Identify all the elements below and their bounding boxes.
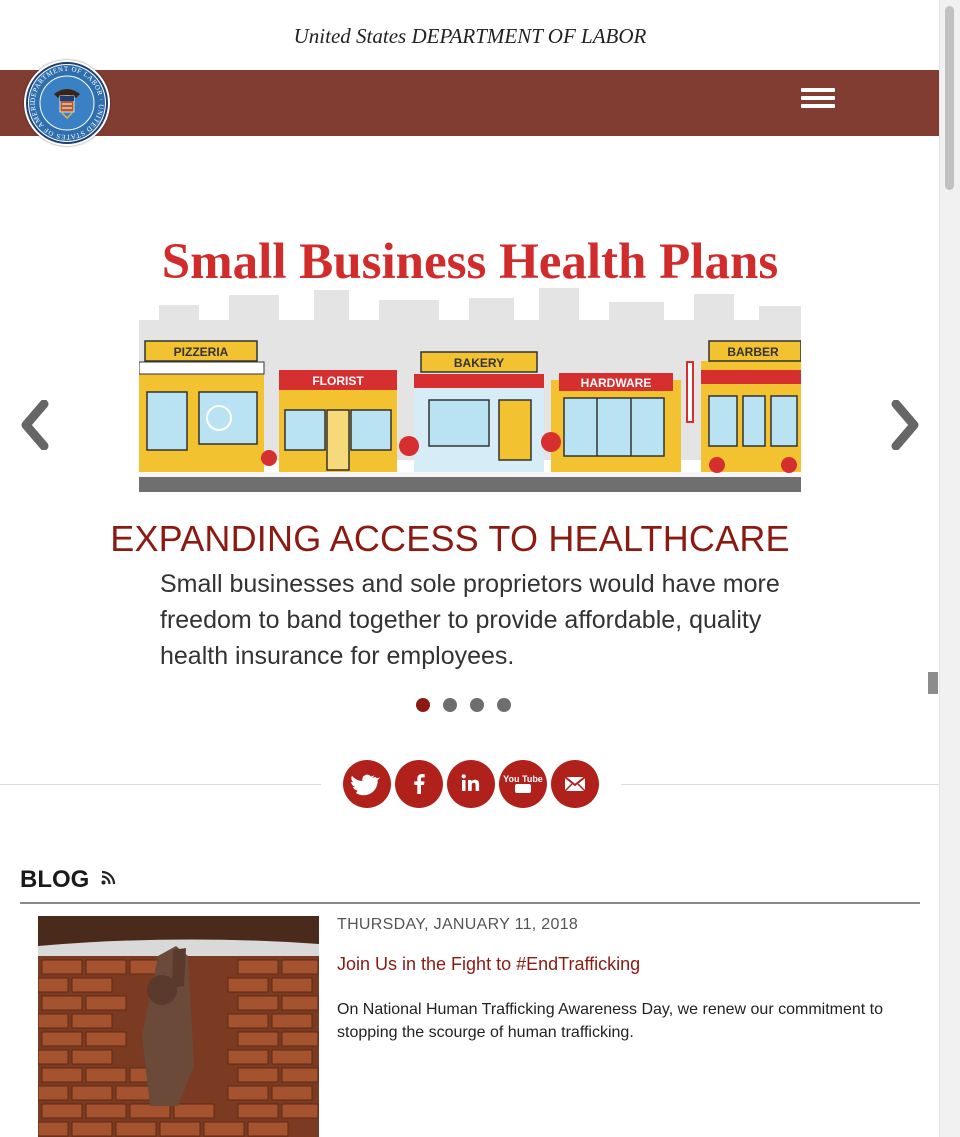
blog-title[interactable]: BLOG bbox=[20, 866, 89, 893]
youtube-icon: You Tube bbox=[503, 774, 543, 793]
scrollbar-track[interactable] bbox=[939, 0, 960, 1137]
facebook-button[interactable] bbox=[395, 760, 443, 808]
blog-post-summary: On National Human Trafficking Awareness … bbox=[337, 1001, 884, 1041]
scrollbar-thumb[interactable] bbox=[945, 6, 954, 190]
carousel-dot-1[interactable] bbox=[416, 698, 430, 712]
carousel-next-arrow[interactable] bbox=[888, 400, 922, 450]
chevron-right-icon bbox=[891, 400, 919, 450]
slide-image-title: Small Business Health Plans bbox=[162, 234, 778, 290]
blog-header: BLOG bbox=[20, 866, 920, 904]
social-links: You Tube bbox=[321, 760, 621, 810]
blog-section: BLOG THURSDAY, JANUARY 11, 2018 Join Us … bbox=[20, 866, 920, 1137]
blog-post-photo[interactable] bbox=[38, 916, 319, 1137]
email-button[interactable] bbox=[551, 760, 599, 808]
slide-image[interactable]: Small Business Health Plans PIZZERIA FLO… bbox=[139, 210, 801, 492]
store-sign-hardware: HARDWARE bbox=[581, 376, 652, 390]
chevron-left-icon bbox=[21, 400, 49, 450]
slide-heading[interactable]: EXPANDING ACCESS TO HEALTHCARE bbox=[0, 518, 900, 560]
rss-icon[interactable] bbox=[100, 870, 116, 891]
hamburger-menu-icon[interactable] bbox=[801, 88, 835, 112]
store-sign-florist: FLORIST bbox=[312, 374, 364, 388]
youtube-label: You Tube bbox=[503, 774, 543, 784]
carousel-dot-2[interactable] bbox=[443, 698, 457, 712]
carousel-dot-4[interactable] bbox=[497, 698, 511, 712]
twitter-button[interactable] bbox=[343, 760, 391, 808]
linkedin-icon bbox=[461, 774, 480, 791]
dol-seal-logo[interactable]: DEPARTMENT OF LABOR · UNITED STATES OF A… bbox=[24, 60, 110, 146]
carousel-dots bbox=[416, 698, 524, 714]
blog-post-link[interactable]: Join Us in the Fight to #EndTrafficking bbox=[337, 954, 640, 975]
youtube-button[interactable]: You Tube bbox=[499, 760, 547, 808]
twitter-icon bbox=[351, 774, 380, 796]
main-navbar bbox=[0, 70, 940, 136]
store-sign-barber: BARBER bbox=[727, 345, 779, 359]
carousel-prev-arrow[interactable] bbox=[18, 400, 52, 450]
slide-text: Small businesses and sole proprietors wo… bbox=[160, 570, 780, 670]
facebook-icon bbox=[414, 774, 425, 794]
carousel-dot-3[interactable] bbox=[470, 698, 484, 712]
linkedin-button[interactable] bbox=[447, 760, 495, 808]
feedback-tab[interactable] bbox=[928, 672, 938, 694]
blog-post-date: THURSDAY, JANUARY 11, 2018 bbox=[337, 916, 579, 933]
store-sign-bakery: BAKERY bbox=[454, 356, 504, 370]
agency-title: United States DEPARTMENT OF LABOR bbox=[293, 24, 647, 48]
store-sign-pizzeria: PIZZERIA bbox=[174, 345, 229, 359]
email-icon bbox=[564, 776, 586, 792]
